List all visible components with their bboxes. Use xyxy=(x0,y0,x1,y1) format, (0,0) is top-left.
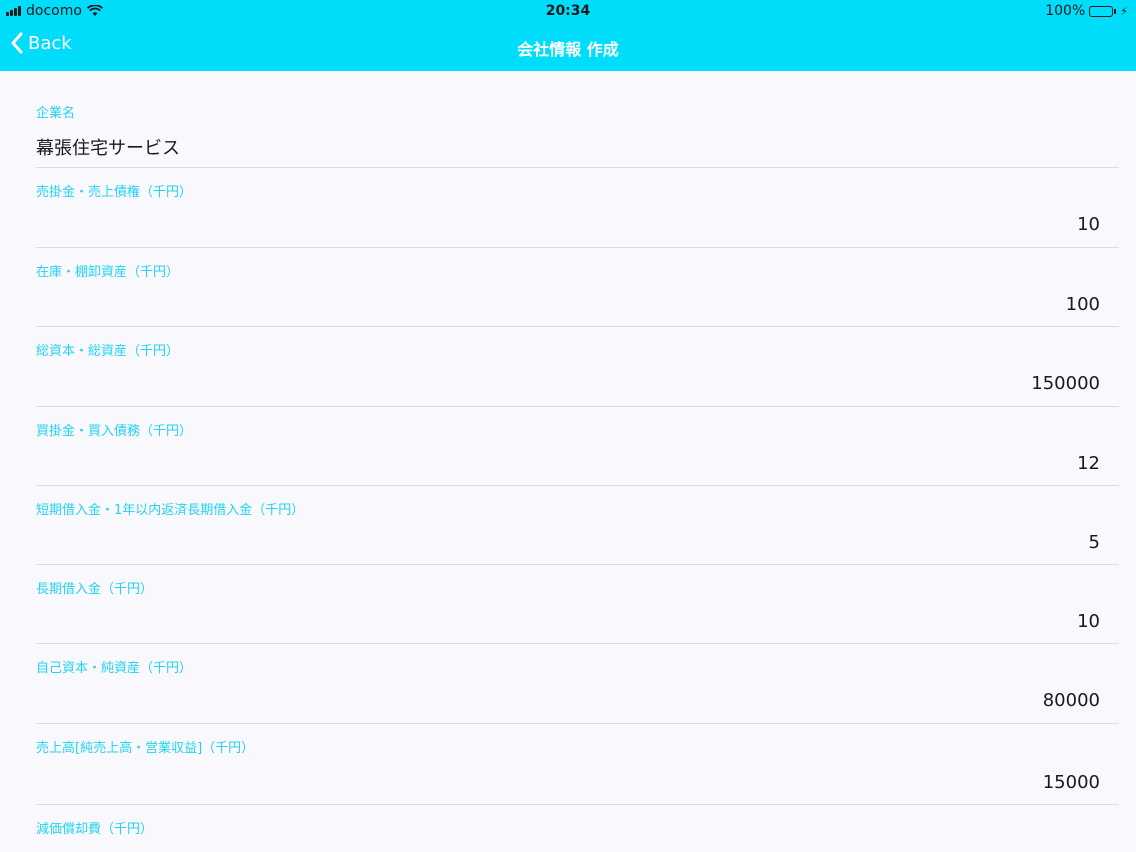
field-label: 自己資本・純資産（千円） xyxy=(36,661,193,676)
battery-percent: 100% xyxy=(1045,3,1086,19)
battery-icon xyxy=(1089,5,1114,17)
field-input[interactable]: 12 xyxy=(1077,453,1100,474)
battery-cap xyxy=(1114,8,1117,14)
field-input[interactable]: 5 xyxy=(1089,532,1100,553)
field-accounts-payable[interactable]: 買掛金・買入債務（千円） 12 xyxy=(36,407,1119,486)
field-input[interactable]: 15000 xyxy=(1043,772,1100,793)
field-input[interactable]: 80000 xyxy=(1043,690,1100,711)
page-title: 会社情報 作成 xyxy=(517,40,619,59)
status-bar: docomo 20:34 100% ⚡ xyxy=(0,0,1136,24)
field-accounts-receivable[interactable]: 売掛金・売上債権（千円） 10 xyxy=(36,168,1119,248)
field-label: 総資本・総資産（千円） xyxy=(36,344,180,359)
field-sales[interactable]: 売上高[純売上高・営業収益]（千円） 15000 xyxy=(36,724,1119,805)
field-input[interactable]: 幕張住宅サービス xyxy=(36,134,180,160)
field-input[interactable]: 100 xyxy=(1066,294,1100,315)
field-label: 短期借入金・1年以内返済長期借入金（千円） xyxy=(36,503,305,518)
field-label: 企業名 xyxy=(36,106,76,121)
field-total-assets[interactable]: 総資本・総資産（千円） 150000 xyxy=(36,327,1119,407)
field-label: 買掛金・買入債務（千円） xyxy=(36,424,193,439)
top-bar: docomo 20:34 100% ⚡ Back 会社情報 作成 xyxy=(0,0,1136,71)
field-net-assets[interactable]: 自己資本・純資産（千円） 80000 xyxy=(36,644,1119,724)
field-company-name[interactable]: 企業名 幕張住宅サービス xyxy=(36,71,1119,168)
field-label: 売掛金・売上債権（千円） xyxy=(36,185,193,200)
field-label: 長期借入金（千円） xyxy=(36,582,154,597)
status-time: 20:34 xyxy=(545,3,591,19)
field-inventory[interactable]: 在庫・棚卸資産（千円） 100 xyxy=(36,248,1119,327)
field-input[interactable]: 10 xyxy=(1077,214,1100,235)
navigation-bar: Back 会社情報 作成 xyxy=(0,24,1136,71)
field-label: 減価償却費（千円） xyxy=(36,822,154,837)
charging-bolt-icon: ⚡ xyxy=(1120,4,1128,18)
status-right: 100% ⚡ xyxy=(1045,3,1128,19)
field-input[interactable]: 10 xyxy=(1077,611,1100,632)
field-input[interactable]: 150000 xyxy=(1031,373,1100,394)
field-depreciation[interactable]: 減価償却費（千円） xyxy=(36,805,1119,852)
field-short-term-borrowings[interactable]: 短期借入金・1年以内返済長期借入金（千円） 5 xyxy=(36,486,1119,565)
field-long-term-borrowings[interactable]: 長期借入金（千円） 10 xyxy=(36,565,1119,644)
company-form: 企業名 幕張住宅サービス 売掛金・売上債権（千円） 10 在庫・棚卸資産（千円）… xyxy=(0,71,1136,852)
field-label: 在庫・棚卸資産（千円） xyxy=(36,265,180,280)
field-label: 売上高[純売上高・営業収益]（千円） xyxy=(36,741,255,756)
